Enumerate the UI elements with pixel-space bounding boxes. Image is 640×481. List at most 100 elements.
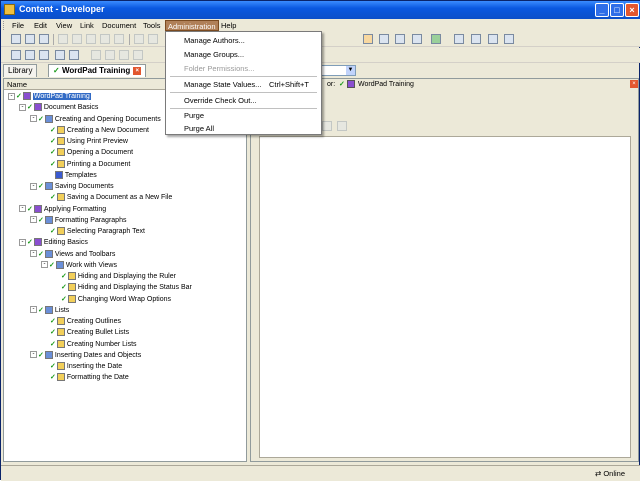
minimize-button[interactable]: _ bbox=[595, 3, 609, 17]
question-icon[interactable] bbox=[69, 50, 79, 60]
editor-area[interactable] bbox=[259, 136, 631, 458]
menu-purge[interactable]: Purge bbox=[166, 109, 321, 122]
collapse-toggle-icon[interactable]: - bbox=[19, 205, 26, 213]
tree-item-label: Using Print Preview bbox=[66, 138, 128, 145]
tree-item[interactable]: - ✓ Applying Formatting bbox=[19, 204, 106, 215]
tree-item-label: Saving a Document as a New File bbox=[66, 194, 173, 202]
collapse-toggle-icon[interactable]: - bbox=[41, 261, 48, 269]
checkmark-icon: ✓ bbox=[61, 284, 67, 292]
tree-item[interactable]: ✓ Saving a Document as a New File bbox=[41, 192, 172, 203]
tree-item[interactable]: ✓ Using Print Preview bbox=[41, 136, 128, 147]
tree-item[interactable]: - ✓ WordPad Training bbox=[8, 91, 91, 102]
tree-item[interactable]: - ✓ Inserting Dates and Objects bbox=[30, 350, 141, 361]
menu-administration[interactable]: Administration bbox=[165, 20, 219, 31]
menu-override-check-out[interactable]: Override Check Out... bbox=[166, 94, 321, 107]
collapse-toggle-icon[interactable]: - bbox=[30, 182, 37, 190]
tree-item[interactable]: ✓ Changing Word Wrap Options bbox=[52, 294, 171, 305]
tree-item[interactable]: - ✓ Editing Basics bbox=[19, 237, 88, 248]
tree-item[interactable]: ✓ Selecting Paragraph Text bbox=[41, 226, 145, 237]
close-pane-icon[interactable]: × bbox=[630, 80, 638, 88]
collapse-toggle-icon[interactable]: - bbox=[19, 103, 26, 111]
check-in-icon[interactable] bbox=[454, 34, 464, 44]
menu-link[interactable]: Link bbox=[78, 20, 96, 31]
tab-library[interactable]: Library bbox=[3, 64, 38, 77]
tree-item[interactable]: - ✓ Views and Toolbars bbox=[30, 249, 115, 260]
collapse-toggle-icon[interactable]: - bbox=[30, 216, 37, 224]
menu-purge-all[interactable]: Purge All bbox=[166, 122, 321, 135]
publish-icon[interactable] bbox=[488, 34, 498, 44]
menu-help[interactable]: Help bbox=[219, 20, 238, 31]
tree-item[interactable]: - ✓ Creating and Opening Documents bbox=[30, 114, 161, 125]
tree-item-label: Saving Documents bbox=[54, 183, 114, 190]
gear-icon[interactable] bbox=[322, 121, 332, 131]
save-icon[interactable] bbox=[25, 34, 35, 44]
link-icon[interactable] bbox=[91, 50, 101, 60]
unlink-icon[interactable] bbox=[105, 50, 115, 60]
document-icon[interactable] bbox=[55, 50, 65, 60]
menu-manage-state-values[interactable]: Manage State Values... Ctrl+Shift+T bbox=[166, 78, 321, 91]
collapse-toggle-icon[interactable]: - bbox=[30, 306, 37, 314]
copy-icon[interactable] bbox=[72, 34, 82, 44]
collapse-toggle-icon[interactable]: - bbox=[30, 115, 37, 123]
tree-item[interactable]: ✓ Creating Outlines bbox=[41, 316, 121, 327]
menu-tools[interactable]: Tools bbox=[141, 20, 163, 31]
view-layout-icon[interactable] bbox=[363, 34, 373, 44]
tree-item[interactable]: Templates bbox=[41, 170, 97, 181]
library-tab-label: Library bbox=[8, 66, 33, 75]
menu-folder-permissions[interactable]: Folder Permissions... bbox=[166, 62, 321, 75]
tab-wordpad-training[interactable]: ✓ WordPad Training × bbox=[48, 64, 147, 77]
close-button[interactable]: × bbox=[625, 3, 639, 17]
tree-item[interactable]: - ✓ Document Basics bbox=[19, 102, 98, 113]
collapse-toggle-icon[interactable]: - bbox=[19, 238, 26, 246]
menu-manage-groups[interactable]: Manage Groups... bbox=[166, 48, 321, 61]
preview-icon[interactable] bbox=[337, 121, 347, 131]
menu-file[interactable]: File bbox=[10, 20, 26, 31]
tree-item[interactable]: ✓ Opening a Document bbox=[41, 147, 133, 158]
tree-item[interactable]: ✓ Formatting the Date bbox=[41, 372, 129, 383]
open-icon[interactable] bbox=[11, 34, 21, 44]
tree-item[interactable]: ✓ Hiding and Displaying the Status Bar bbox=[52, 282, 192, 293]
paste-icon[interactable] bbox=[86, 34, 96, 44]
menu-view[interactable]: View bbox=[54, 20, 74, 31]
menu-document[interactable]: Document bbox=[100, 20, 138, 31]
tree-item[interactable]: ✓ Creating Bullet Lists bbox=[41, 327, 129, 338]
maximize-button[interactable]: □ bbox=[610, 3, 624, 17]
tree-item[interactable]: - ✓ Formatting Paragraphs bbox=[30, 215, 126, 226]
tree-item[interactable]: ✓ Hiding and Displaying the Ruler bbox=[52, 271, 176, 282]
close-tab-icon[interactable]: × bbox=[133, 66, 142, 75]
menu-manage-authors[interactable]: Manage Authors... bbox=[166, 34, 321, 47]
refresh-icon[interactable] bbox=[431, 34, 441, 44]
delete-icon[interactable] bbox=[100, 34, 110, 44]
blank-status-icon bbox=[50, 172, 54, 179]
view-list-icon[interactable] bbox=[412, 34, 422, 44]
topic-icon[interactable] bbox=[39, 50, 49, 60]
help-icon[interactable] bbox=[504, 34, 514, 44]
save-all-icon[interactable] bbox=[39, 34, 49, 44]
tree-item[interactable]: - ✓ Work with Views bbox=[41, 260, 117, 271]
properties-icon[interactable] bbox=[114, 34, 124, 44]
tree-item[interactable]: ✓ Printing a Document bbox=[41, 159, 130, 170]
view-columns-icon[interactable] bbox=[395, 34, 405, 44]
collapse-toggle-icon[interactable]: - bbox=[30, 250, 37, 258]
collapse-toggle-icon[interactable]: - bbox=[30, 351, 37, 359]
undo-icon[interactable] bbox=[134, 34, 144, 44]
tree-item[interactable]: - ✓ Saving Documents bbox=[30, 181, 114, 192]
collapse-toggle-icon[interactable]: - bbox=[8, 92, 15, 100]
cut-icon[interactable] bbox=[58, 34, 68, 44]
view-split-icon[interactable] bbox=[379, 34, 389, 44]
menu-item-label: Folder Permissions... bbox=[184, 64, 255, 73]
menu-separator bbox=[170, 92, 317, 93]
move-up-icon[interactable] bbox=[119, 50, 129, 60]
tree-item[interactable]: ✓ Inserting the Date bbox=[41, 361, 122, 372]
move-down-icon[interactable] bbox=[133, 50, 143, 60]
module-icon[interactable] bbox=[11, 50, 21, 60]
check-out-icon[interactable] bbox=[471, 34, 481, 44]
menu-edit[interactable]: Edit bbox=[32, 20, 49, 31]
tree-item[interactable]: ✓ Creating a New Document bbox=[41, 125, 149, 136]
module-icon bbox=[44, 249, 53, 258]
section-icon[interactable] bbox=[25, 50, 35, 60]
tree-item[interactable]: - ✓ Lists bbox=[30, 305, 69, 316]
tree-item-label: Templates bbox=[64, 171, 97, 179]
redo-icon[interactable] bbox=[148, 34, 158, 44]
tree-item[interactable]: ✓ Creating Number Lists bbox=[41, 339, 137, 350]
